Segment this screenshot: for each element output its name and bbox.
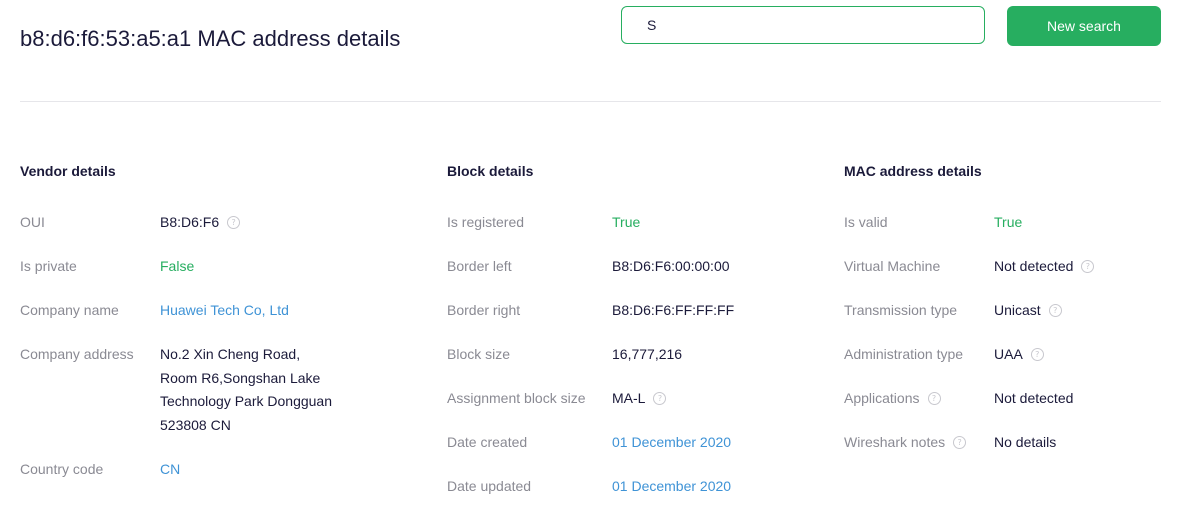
company-name-link[interactable]: Huawei Tech Co, Ltd	[160, 302, 289, 318]
company-name-label: Company name	[20, 302, 119, 318]
border-left-label: Border left	[447, 258, 512, 274]
border-right-value: B8:D6:F6:FF:FF:FF	[612, 302, 735, 318]
applications-label: Applications	[844, 390, 920, 406]
is-valid-label: Is valid	[844, 214, 888, 230]
oui-label: OUI	[20, 214, 45, 230]
mac-address-details-heading: MAC address details	[844, 163, 982, 179]
transmission-type-value: Unicast	[994, 302, 1041, 318]
help-icon[interactable]: ?	[953, 435, 967, 449]
new-search-button[interactable]: New search	[1007, 6, 1161, 46]
help-icon[interactable]: ?	[227, 215, 241, 229]
block-size-label: Block size	[447, 346, 511, 362]
company-address-row: Company address No.2 Xin Cheng Road, Roo…	[20, 343, 420, 437]
address-line: No.2 Xin Cheng Road,	[160, 346, 301, 362]
page-title: b8:d6:f6:53:a5:a1 MAC address details	[20, 25, 401, 51]
country-code-link[interactable]: CN	[160, 461, 180, 477]
block-size-value: 16,777,216	[612, 346, 683, 362]
virtual-machine-label: Virtual Machine	[844, 258, 941, 274]
block-details-section: Block details Is registered True Border …	[447, 162, 827, 519]
address-line: Room R6,Songshan Lake	[160, 369, 321, 386]
help-icon[interactable]: ?	[653, 391, 667, 405]
block-details-heading: Block details	[447, 163, 534, 179]
virtual-machine-row: Virtual Machine Not detected?	[844, 255, 1174, 279]
is-private-value: False	[160, 258, 195, 274]
date-created-label: Date created	[447, 434, 528, 450]
address-line: Technology Park Dongguan	[160, 393, 333, 409]
administration-type-value: UAA	[994, 346, 1023, 362]
page: b8:d6:f6:53:a5:a1 MAC address details Ne…	[0, 0, 1184, 523]
date-updated-label: Date updated	[447, 478, 532, 494]
border-left-row: Border left B8:D6:F6:00:00:00	[447, 255, 827, 279]
vendor-details-section: Vendor details OUI B8:D6:F6? Is private …	[20, 162, 420, 502]
transmission-type-label: Transmission type	[844, 302, 958, 318]
is-registered-row: Is registered True	[447, 211, 827, 235]
date-updated-row: Date updated 01 December 2020	[447, 475, 827, 499]
border-left-value: B8:D6:F6:00:00:00	[612, 258, 730, 274]
transmission-type-row: Transmission type Unicast?	[844, 299, 1174, 323]
help-icon[interactable]: ?	[927, 391, 941, 405]
border-right-label: Border right	[447, 302, 521, 318]
country-code-row: Country code CN	[20, 458, 420, 482]
virtual-machine-value: Not detected	[994, 258, 1074, 274]
date-updated-link[interactable]: 01 December 2020	[612, 478, 731, 494]
is-private-row: Is private False	[20, 255, 420, 279]
assignment-block-size-row: Assignment block size MA-L?	[447, 387, 827, 411]
date-created-row: Date created 01 December 2020	[447, 431, 827, 455]
administration-type-label: Administration type	[844, 346, 964, 362]
applications-row: Applications? Not detected	[844, 387, 1174, 411]
wireshark-notes-value: No details	[994, 434, 1057, 450]
applications-value: Not detected	[994, 390, 1074, 406]
date-created-link[interactable]: 01 December 2020	[612, 434, 731, 450]
help-icon[interactable]: ?	[1081, 259, 1095, 273]
wireshark-notes-label: Wireshark notes	[844, 434, 946, 450]
administration-type-row: Administration type UAA?	[844, 343, 1174, 367]
assignment-block-size-value: MA-L	[612, 390, 646, 406]
vendor-details-heading: Vendor details	[20, 163, 116, 179]
assignment-block-size-label: Assignment block size	[447, 390, 586, 406]
is-private-label: Is private	[20, 258, 77, 274]
company-address-label: Company address	[20, 346, 134, 362]
mac-address-details-section: MAC address details Is valid True Virtua…	[844, 162, 1174, 475]
country-code-label: Country code	[20, 460, 104, 477]
divider	[20, 101, 1161, 102]
is-valid-value: True	[994, 214, 1023, 230]
company-name-row: Company name Huawei Tech Co, Ltd	[20, 299, 420, 323]
is-valid-row: Is valid True	[844, 211, 1174, 235]
is-registered-value: True	[612, 214, 641, 230]
wireshark-notes-row: Wireshark notes? No details	[844, 431, 1174, 455]
is-registered-label: Is registered	[447, 214, 525, 230]
border-right-row: Border right B8:D6:F6:FF:FF:FF	[447, 299, 827, 323]
oui-row: OUI B8:D6:F6?	[20, 211, 420, 235]
search-input[interactable]	[621, 6, 985, 44]
block-size-row: Block size 16,777,216	[447, 343, 827, 367]
company-address-value: No.2 Xin Cheng Road, Room R6,Songshan La…	[160, 343, 420, 437]
help-icon[interactable]: ?	[1048, 303, 1062, 317]
help-icon[interactable]: ?	[1030, 347, 1044, 361]
oui-value: B8:D6:F6	[160, 214, 220, 230]
address-line: 523808 CN	[160, 416, 231, 433]
